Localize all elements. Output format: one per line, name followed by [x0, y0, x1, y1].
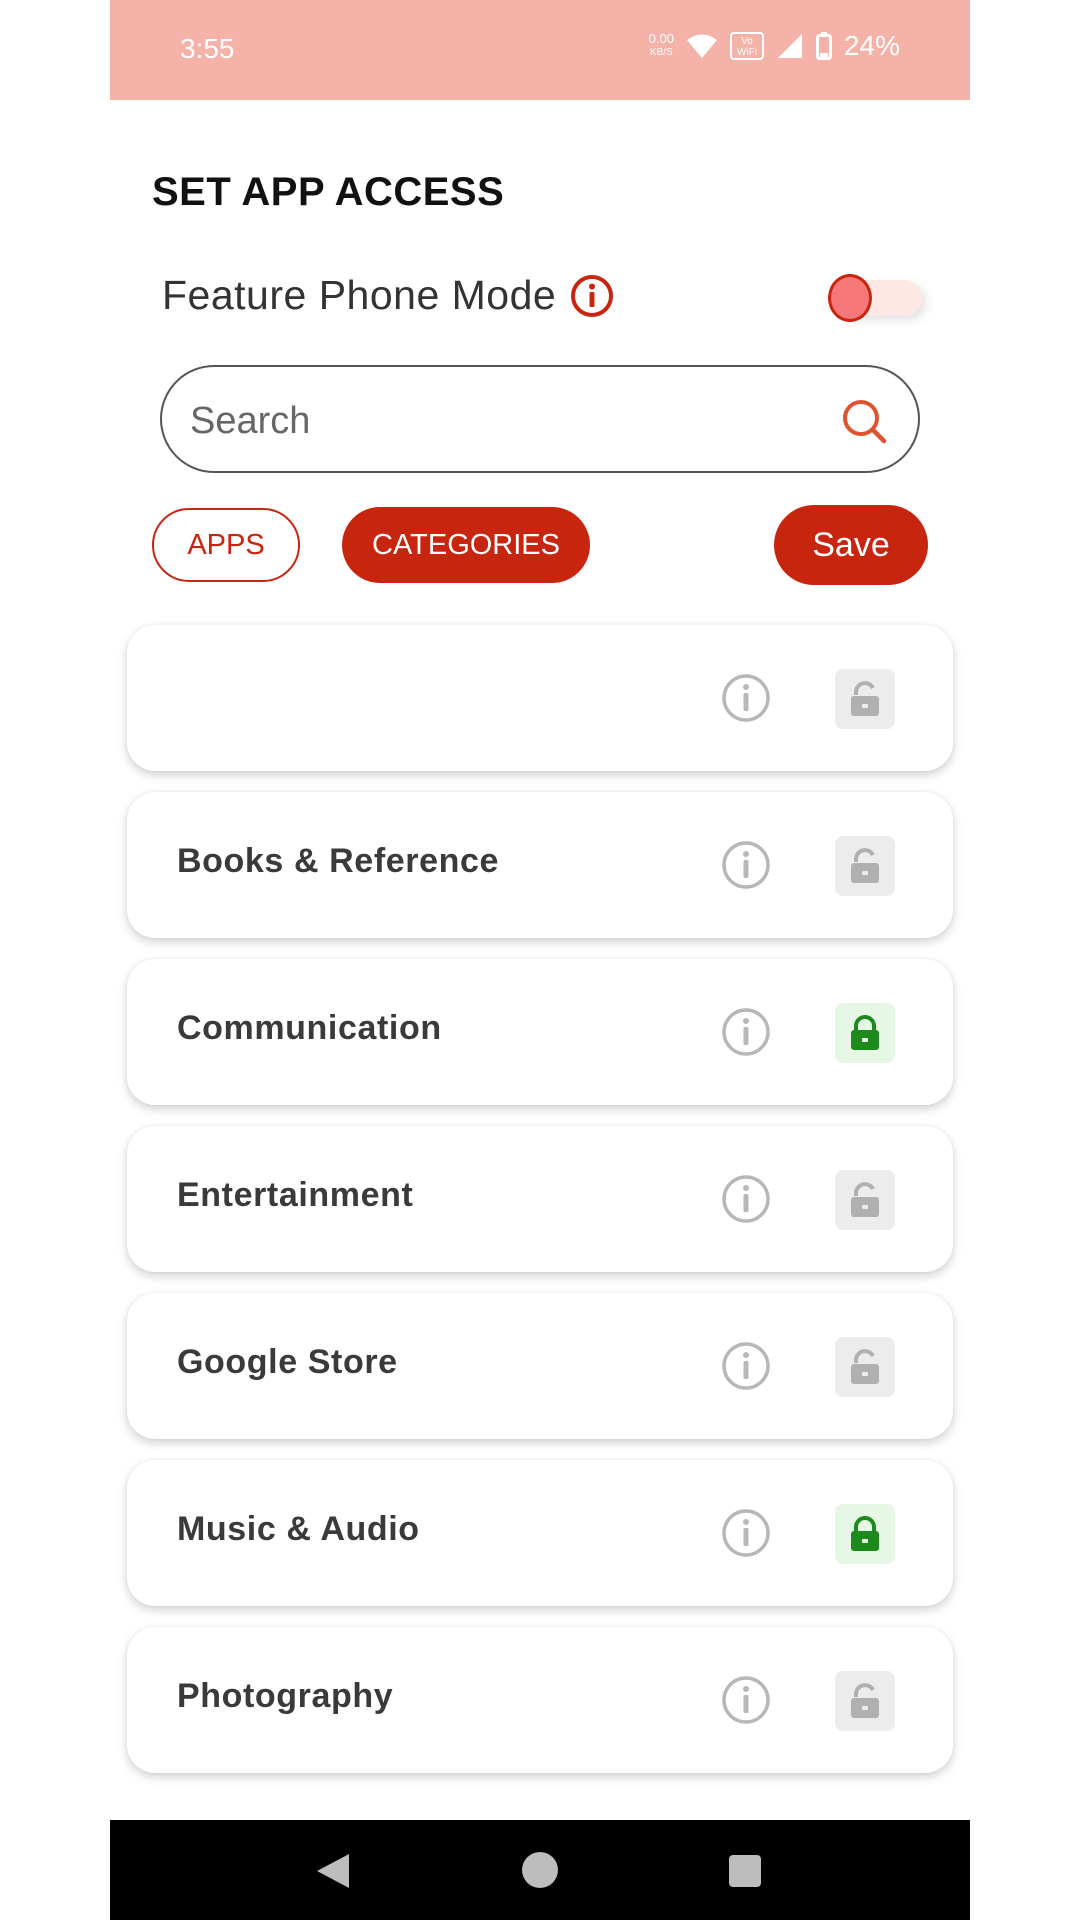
recent-apps-icon[interactable]: [729, 1855, 761, 1887]
category-label: Books & Reference: [177, 842, 499, 880]
unlock-icon[interactable]: [835, 669, 895, 729]
network-speed-value: 0.00: [648, 31, 674, 46]
lock-icon[interactable]: [835, 1504, 895, 1564]
category-label: Entertainment: [177, 1176, 414, 1214]
tab-apps[interactable]: APPS: [152, 508, 300, 582]
home-icon[interactable]: [522, 1852, 558, 1888]
unlock-icon[interactable]: [835, 1170, 895, 1230]
category-card[interactable]: [127, 625, 953, 771]
search-input[interactable]: [190, 393, 830, 449]
feature-phone-mode-label: Feature Phone Mode: [162, 272, 557, 318]
category-card[interactable]: Google Store: [127, 1293, 953, 1439]
info-icon[interactable]: [721, 1508, 771, 1558]
page-title: SET APP ACCESS: [152, 170, 505, 214]
info-icon[interactable]: [721, 1675, 771, 1725]
wifi-icon: [686, 34, 717, 58]
category-card[interactable]: Photography: [127, 1627, 953, 1773]
network-speed: 0.00 KB/S: [649, 32, 674, 60]
signal-icon: [777, 34, 802, 58]
unlock-icon[interactable]: [835, 836, 895, 896]
info-icon[interactable]: [721, 840, 771, 890]
feature-phone-mode-row: Feature Phone Mode: [162, 272, 614, 319]
category-label: Music & Audio: [177, 1510, 420, 1548]
category-label: Google Store: [177, 1343, 398, 1381]
status-bar: 3:55 0.00 KB/S Vo WiFi 24%: [110, 0, 970, 100]
info-icon[interactable]: [570, 274, 614, 318]
info-icon[interactable]: [721, 673, 771, 723]
tab-categories[interactable]: CATEGORIES: [342, 507, 590, 583]
category-label: Communication: [177, 1009, 442, 1047]
category-card[interactable]: Music & Audio: [127, 1460, 953, 1606]
lock-icon[interactable]: [835, 1003, 895, 1063]
app-screen: 3:55 0.00 KB/S Vo WiFi 24% SET APP ACCES…: [0, 0, 1080, 1920]
info-icon[interactable]: [721, 1174, 771, 1224]
category-list: Books & Reference Communication Entertainm…: [127, 625, 953, 1794]
info-icon[interactable]: [721, 1007, 771, 1057]
unlock-icon[interactable]: [835, 1337, 895, 1397]
toggle-knob: [828, 274, 872, 322]
category-card[interactable]: Books & Reference: [127, 792, 953, 938]
feature-phone-mode-toggle[interactable]: [828, 270, 924, 324]
category-card[interactable]: Entertainment: [127, 1126, 953, 1272]
search-icon[interactable]: [840, 397, 888, 445]
info-icon[interactable]: [721, 1341, 771, 1391]
search-box: [160, 365, 920, 473]
vowifi-icon: Vo WiFi: [729, 32, 764, 60]
back-icon[interactable]: [315, 1852, 351, 1890]
battery-percent: 24%: [843, 30, 900, 61]
status-time: 3:55: [180, 33, 235, 64]
battery-icon: [815, 32, 832, 60]
network-speed-unit: KB/S: [649, 47, 673, 58]
unlock-icon[interactable]: [835, 1671, 895, 1731]
category-card[interactable]: Communication: [127, 959, 953, 1105]
save-button[interactable]: Save: [774, 505, 928, 585]
navigation-bar: [110, 1820, 970, 1920]
category-label: Photography: [177, 1677, 394, 1715]
status-icons: 0.00 KB/S Vo WiFi 24%: [649, 30, 900, 62]
